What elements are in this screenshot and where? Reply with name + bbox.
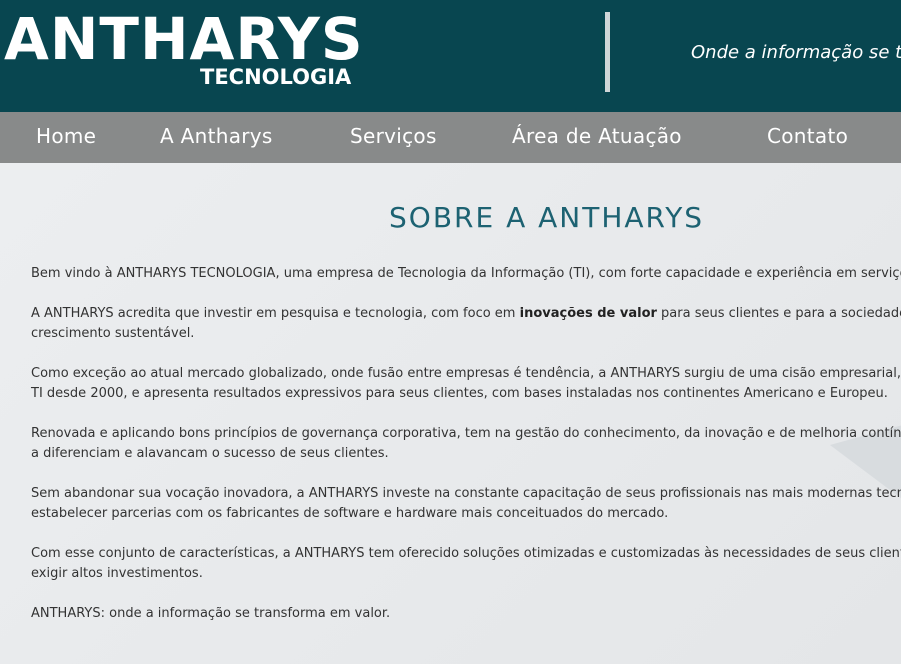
logo-subtitle: TECNOLOGIA <box>200 65 352 89</box>
site-header: ANTHARYS TECNOLOGIA Onde a informação se… <box>0 0 901 112</box>
paragraph-solutions: Com esse conjunto de características, a … <box>31 544 901 584</box>
paragraph-line: Como exceção ao atual mercado globalizad… <box>31 366 901 381</box>
header-tagline: Onde a informação se transforma em valor <box>691 42 901 63</box>
nav-item-area-de-atuacao[interactable]: Área de Atuação <box>512 124 682 148</box>
nav-item-contato[interactable]: Contato <box>767 124 848 148</box>
header-divider <box>605 12 610 92</box>
paragraph-line: Sem abandonar sua vocação inovadora, a A… <box>31 486 901 501</box>
paragraph-line: Renovada e aplicando bons princípios de … <box>31 426 901 441</box>
paragraph-intro: Bem vindo à ANTHARYS TECNOLOGIA, uma emp… <box>31 264 901 284</box>
logo-wordmark: ANTHARYS <box>4 5 364 73</box>
paragraph-line: exigir altos investimentos. <box>31 566 203 581</box>
paragraph-line: A ANTHARYS acredita que investir em pesq… <box>31 304 901 324</box>
paragraph-line: Bem vindo à ANTHARYS TECNOLOGIA, uma emp… <box>31 266 901 281</box>
paragraph-line: estabelecer parcerias com os fabricantes… <box>31 506 669 521</box>
nav-item-home[interactable]: Home <box>36 124 96 148</box>
emphasis-text: inovações de valor <box>519 306 657 321</box>
paragraph-line: a diferenciam e alavancam o sucesso de s… <box>31 446 389 461</box>
text-segment: A ANTHARYS acredita que investir em pesq… <box>31 306 520 321</box>
paragraph-line: crescimento sustentável. <box>31 326 195 341</box>
paragraph-investment: A ANTHARYS acredita que investir em pesq… <box>31 304 901 344</box>
paragraph-line: TI desde 2000, e apresenta resultados ex… <box>31 386 888 401</box>
text-segment: para seus clientes e para a sociedade, s… <box>661 306 901 321</box>
paragraph-slogan: ANTHARYS: onde a informação se transform… <box>31 604 901 624</box>
antharys-logo[interactable]: ANTHARYS TECNOLOGIA <box>4 8 394 88</box>
page-title: SOBRE A ANTHARYS <box>389 201 705 234</box>
nav-item-servicos[interactable]: Serviços <box>350 124 437 148</box>
main-content: SOBRE A ANTHARYS Bem vindo à ANTHARYS TE… <box>0 163 901 664</box>
nav-item-a-antharys[interactable]: A Antharys <box>160 124 273 148</box>
paragraph-line: ANTHARYS: onde a informação se transform… <box>31 606 391 621</box>
main-nav: Home A Antharys Serviços Área de Atuação… <box>0 112 901 163</box>
paragraph-innovation: Sem abandonar sua vocação inovadora, a A… <box>31 484 901 524</box>
paragraph-history: Como exceção ao atual mercado globalizad… <box>31 364 901 404</box>
paragraph-line: Com esse conjunto de características, a … <box>31 546 901 561</box>
paragraph-governance: Renovada e aplicando bons princípios de … <box>31 424 901 464</box>
